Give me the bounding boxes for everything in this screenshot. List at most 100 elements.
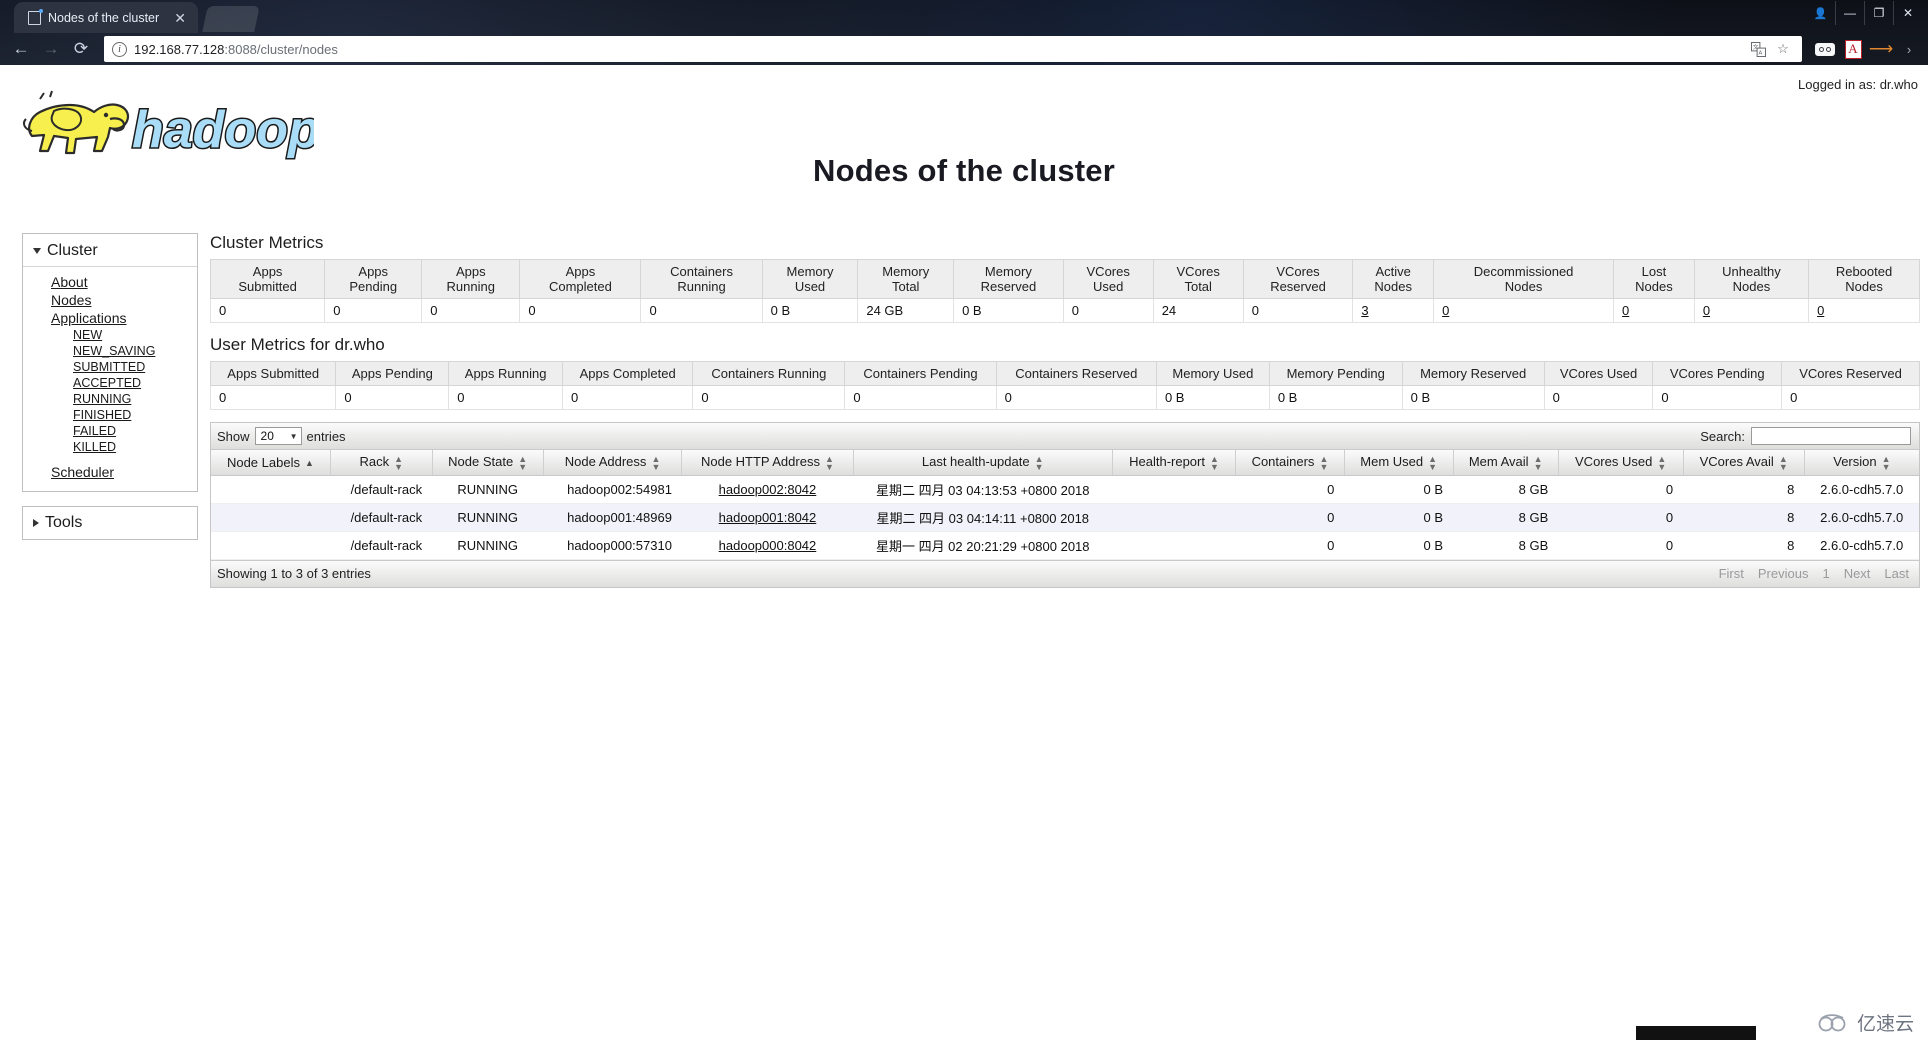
nodes-column-header[interactable]: Node Labels ▲ (211, 450, 331, 476)
pagination-first[interactable]: First (1719, 566, 1744, 581)
forward-icon[interactable]: → (36, 35, 66, 63)
nodes-column-header[interactable]: Mem Used ▲ ▼ (1344, 450, 1454, 476)
sidebar-section-tools[interactable]: Tools (23, 512, 197, 534)
sort-both-icon[interactable]: ▲ ▼ (1428, 454, 1437, 471)
sidebar-item-new-saving[interactable]: NEW_SAVING (23, 343, 197, 359)
cluster-metric-value[interactable]: 3 (1352, 298, 1435, 323)
node-http-address-link[interactable]: hadoop002:8042 (719, 482, 817, 497)
sort-both-icon[interactable]: ▲ ▼ (825, 454, 834, 471)
pdf-extension-icon[interactable]: A (1840, 37, 1866, 61)
sidebar-item-finished[interactable]: FINISHED (23, 407, 197, 423)
sort-both-icon[interactable]: ▲ ▼ (1035, 454, 1044, 471)
sidebar-item-label[interactable]: SUBMITTED (73, 360, 145, 374)
table-row[interactable]: /default-rack RUNNING hadoop001:48969 hadoo… (211, 503, 1919, 532)
nodes-column-header[interactable]: Node Address ▲ ▼ (543, 450, 683, 476)
sidebar-item-running[interactable]: RUNNING (23, 391, 197, 407)
page-length-control: Show 20 ▼ entries (217, 427, 346, 445)
pagination-next[interactable]: Next (1844, 566, 1871, 581)
sidebar-item-nodes[interactable]: Nodes (23, 291, 197, 309)
cell-node-http-address[interactable]: hadoop001:8042 (681, 503, 853, 532)
user-metric-header: VCores Reserved (1781, 361, 1920, 386)
sidebar-item-about[interactable]: About (23, 273, 197, 291)
sidebar-item-label[interactable]: Scheduler (51, 464, 114, 480)
sidebar-item-scheduler[interactable]: Scheduler (23, 463, 197, 481)
sidebar-item-label[interactable]: KILLED (73, 440, 116, 454)
cluster-metric-value[interactable]: 0 (1808, 298, 1920, 323)
sidebar-item-accepted[interactable]: ACCEPTED (23, 375, 197, 391)
nodes-column-header[interactable]: Containers ▲ ▼ (1235, 450, 1345, 476)
sort-both-icon[interactable]: ▲ ▼ (1319, 454, 1328, 471)
chevron-right-icon[interactable]: › (1896, 37, 1922, 61)
sort-both-icon[interactable]: ▲ ▼ (1534, 454, 1543, 471)
cluster-metric-link[interactable]: 0 (1442, 303, 1449, 318)
nodes-column-header[interactable]: Last health-update ▲ ▼ (853, 450, 1113, 476)
address-bar[interactable]: i 192.168.77.128:8088/cluster/nodes 文 A … (104, 36, 1802, 62)
sidebar-item-label[interactable]: NEW_SAVING (73, 344, 155, 358)
reload-icon[interactable]: ⟳ (66, 35, 96, 63)
page-length-select[interactable]: 20 ▼ (254, 427, 302, 445)
cell-node-http-address[interactable]: hadoop002:8042 (681, 475, 853, 504)
cluster-metric-link[interactable]: 0 (1817, 303, 1824, 318)
nodes-column-header[interactable]: Rack ▲ ▼ (330, 450, 433, 476)
nodes-column-header[interactable]: Mem Avail ▲ ▼ (1453, 450, 1559, 476)
nodes-column-header[interactable]: Node State ▲ ▼ (432, 450, 544, 476)
sidebar-item-applications[interactable]: Applications (23, 309, 197, 327)
cell-node-http-address[interactable]: hadoop000:8042 (681, 531, 853, 560)
sidebar-item-label[interactable]: ACCEPTED (73, 376, 141, 390)
sidebar-item-submitted[interactable]: SUBMITTED (23, 359, 197, 375)
sidebar-item-killed[interactable]: KILLED (23, 439, 197, 455)
sidebar-item-new[interactable]: NEW (23, 327, 197, 343)
nodes-column-header[interactable]: VCores Avail ▲ ▼ (1683, 450, 1805, 476)
sidebar-item-label[interactable]: NEW (73, 328, 102, 342)
cluster-metric-value[interactable]: 0 (1433, 298, 1615, 323)
sidebar-item-label[interactable]: Nodes (51, 292, 91, 308)
sort-both-icon[interactable]: ▲ ▼ (518, 454, 527, 471)
sort-both-icon[interactable]: ▲ ▼ (651, 454, 660, 471)
sidebar-item-label[interactable]: FINISHED (73, 408, 131, 422)
sort-both-icon[interactable]: ▲ ▼ (394, 454, 403, 471)
sort-both-icon[interactable]: ▲ ▼ (1657, 454, 1666, 471)
nodes-column-header[interactable]: Node HTTP Address ▲ ▼ (681, 450, 854, 476)
nodes-column-header[interactable]: Version ▲ ▼ (1804, 450, 1919, 476)
pagination-page-1[interactable]: 1 (1822, 566, 1829, 581)
sidebar-section-cluster[interactable]: Cluster (23, 239, 197, 267)
maximize-button[interactable]: ❐ (1864, 1, 1893, 25)
pagination-last[interactable]: Last (1884, 566, 1909, 581)
browser-tab[interactable]: Nodes of the cluster ✕ (14, 2, 198, 33)
bookmark-star-icon[interactable]: ☆ (1772, 38, 1794, 60)
cluster-metric-link[interactable]: 0 (1622, 303, 1629, 318)
node-http-address-link[interactable]: hadoop000:8042 (719, 538, 817, 553)
table-row[interactable]: /default-rack RUNNING hadoop002:54981 hadoo… (211, 475, 1919, 504)
glasses-extension-icon[interactable] (1812, 37, 1838, 61)
cluster-metric-link[interactable]: 0 (1703, 303, 1710, 318)
back-icon[interactable]: ← (6, 35, 36, 63)
close-window-button[interactable]: ✕ (1893, 1, 1922, 25)
nodes-column-header[interactable]: Health-report ▲ ▼ (1112, 450, 1237, 476)
sort-both-icon[interactable]: ▲ ▼ (1210, 454, 1219, 471)
sidebar-item-label[interactable]: Applications (51, 310, 127, 326)
download-arrow-icon[interactable]: ⟶ (1868, 37, 1894, 61)
sidebar-item-label[interactable]: About (51, 274, 88, 290)
sidebar-item-failed[interactable]: FAILED (23, 423, 197, 439)
user-metric-value: 0 (1652, 385, 1783, 410)
node-http-address-link[interactable]: hadoop001:8042 (719, 510, 817, 525)
translate-icon[interactable]: 文 A (1747, 38, 1769, 60)
pagination-previous[interactable]: Previous (1758, 566, 1809, 581)
sort-both-icon[interactable]: ▲ ▼ (1779, 454, 1788, 471)
sidebar-item-label[interactable]: FAILED (73, 424, 116, 438)
sort-both-icon[interactable]: ▲ ▼ (1882, 454, 1891, 471)
cluster-metric-header: Active Nodes (1352, 259, 1435, 299)
minimize-button[interactable]: — (1835, 1, 1864, 25)
table-row[interactable]: /default-rack RUNNING hadoop000:57310 hadoo… (211, 531, 1919, 560)
new-tab-button[interactable] (202, 6, 260, 32)
sidebar-item-label[interactable]: RUNNING (73, 392, 131, 406)
close-tab-icon[interactable]: ✕ (170, 11, 190, 25)
site-info-icon[interactable]: i (112, 41, 127, 57)
cluster-metric-value[interactable]: 0 (1613, 298, 1695, 323)
cluster-metric-value[interactable]: 0 (1693, 298, 1810, 323)
sort-ascending-icon[interactable]: ▲ (305, 459, 314, 468)
profile-icon[interactable]: 👤 (1806, 1, 1835, 25)
search-input[interactable] (1751, 427, 1911, 445)
cluster-metric-link[interactable]: 3 (1361, 303, 1368, 318)
nodes-column-header[interactable]: VCores Used ▲ ▼ (1558, 450, 1684, 476)
